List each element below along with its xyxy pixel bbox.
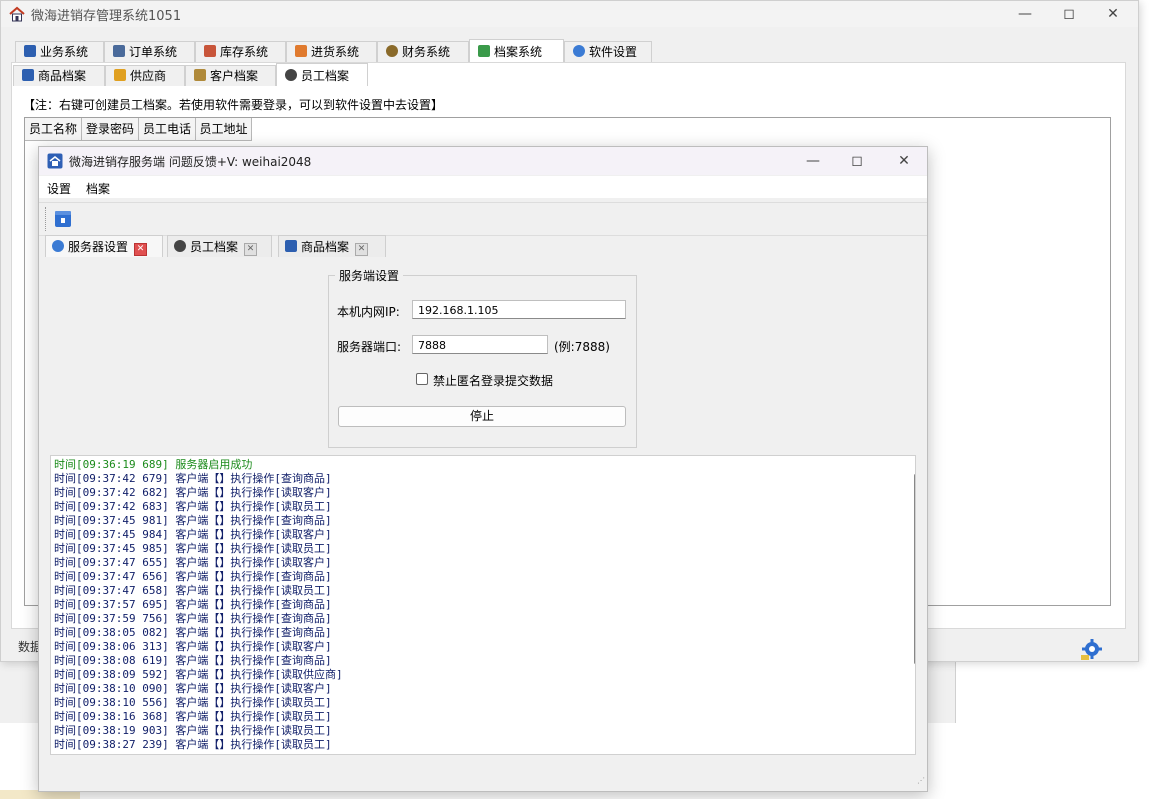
order-icon xyxy=(113,45,125,57)
subtab-employees[interactable]: 员工档案 xyxy=(276,63,368,86)
tab-finance[interactable]: 财务系统 xyxy=(377,41,469,62)
server-log[interactable]: 时间[09:36:19 689] 服务器启用成功 时间[09:37:42 679]… xyxy=(50,455,916,755)
tab-server-products[interactable]: 商品档案 ✕ xyxy=(278,235,386,257)
log-line: 时间[09:37:42 683] 客户端【】执行操作[读取员工] xyxy=(54,500,332,513)
main-window-title: 微海进销存管理系统1051 xyxy=(31,9,182,24)
log-line: 时间[09:37:45 981] 客户端【】执行操作[查询商品] xyxy=(54,514,332,527)
log-line: 时间[09:38:27 239] 客户端【】执行操作[读取员工] xyxy=(54,738,332,751)
employee-icon xyxy=(174,240,186,252)
server-app-icon xyxy=(47,153,63,169)
archive-icon xyxy=(478,45,490,57)
log-line: 时间[09:38:05 082] 客户端【】执行操作[查询商品] xyxy=(54,626,332,639)
log-scrollbar[interactable] xyxy=(914,474,915,664)
group-title: 服务端设置 xyxy=(335,267,404,284)
tab-archive[interactable]: 档案系统 xyxy=(469,39,564,62)
log-line: 时间[09:38:19 903] 客户端【】执行操作[读取员工] xyxy=(54,724,332,737)
employee-icon xyxy=(285,69,297,81)
grid-header-password[interactable]: 登录密码 xyxy=(82,118,139,141)
resize-grip[interactable]: ⋰ xyxy=(917,777,925,785)
log-line: 时间[09:37:42 679] 客户端【】执行操作[查询商品] xyxy=(54,472,332,485)
server-maximize-button[interactable]: ◻ xyxy=(835,150,879,172)
subtab-suppliers[interactable]: 供应商 xyxy=(105,65,185,86)
menu-archive[interactable]: 档案 xyxy=(86,180,110,197)
log-line: 时间[09:37:47 656] 客户端【】执行操作[查询商品] xyxy=(54,570,332,583)
box-icon xyxy=(285,240,297,252)
customer-icon xyxy=(194,69,206,81)
grid-header-name[interactable]: 员工名称 xyxy=(25,118,82,141)
main-titlebar: 微海进销存管理系统1051 — ◻ ✕ xyxy=(1,1,1138,27)
server-titlebar: 微海进销存服务端 问题反馈+V: weihai2048 — ◻ ✕ xyxy=(39,147,927,175)
minimize-button[interactable]: — xyxy=(1003,3,1047,25)
box-icon xyxy=(22,69,34,81)
grid-header-phone[interactable]: 员工电话 xyxy=(139,118,196,141)
port-label: 服务器端口: xyxy=(337,340,402,354)
magnifier-icon xyxy=(386,45,398,57)
tab-orders[interactable]: 订单系统 xyxy=(104,41,195,62)
anon-login-checkbox[interactable] xyxy=(416,373,428,385)
stop-button[interactable]: 停止 xyxy=(338,406,626,427)
ip-label: 本机内网IP: xyxy=(337,305,400,319)
server-window: 微海进销存服务端 问题反馈+V: weihai2048 — ◻ ✕ 设置 档案 … xyxy=(38,146,928,792)
log-line: 时间[09:37:45 985] 客户端【】执行操作[读取员工] xyxy=(54,542,332,555)
settings-gear-icon[interactable] xyxy=(1081,638,1103,660)
tab-server-employees[interactable]: 员工档案 ✕ xyxy=(167,235,272,257)
log-line: 时间[09:37:45 984] 客户端【】执行操作[读取客户] xyxy=(54,528,332,541)
log-line: 时间[09:37:59 756] 客户端【】执行操作[查询商品] xyxy=(54,612,332,625)
log-line: 时间[09:36:19 689] 服务器启用成功 xyxy=(54,458,253,471)
close-tab-icon[interactable]: ✕ xyxy=(355,243,369,256)
maximize-button[interactable]: ◻ xyxy=(1047,3,1091,25)
grid-header-address[interactable]: 员工地址 xyxy=(196,118,252,141)
anon-login-label[interactable]: 禁止匿名登录提交数据 xyxy=(433,372,553,389)
log-line: 时间[09:38:08 619] 客户端【】执行操作[查询商品] xyxy=(54,654,332,667)
server-settings-icon xyxy=(52,240,64,252)
archive-box-icon[interactable] xyxy=(54,210,72,228)
log-line: 时间[09:37:57 695] 客户端【】执行操作[查询商品] xyxy=(54,598,332,611)
close-tab-icon[interactable]: ✕ xyxy=(244,243,258,256)
ip-input[interactable]: 192.168.1.105 xyxy=(412,300,626,319)
log-line: 时间[09:37:47 655] 客户端【】执行操作[读取客户] xyxy=(54,556,332,569)
person-icon xyxy=(295,45,307,57)
subtab-customers[interactable]: 客户档案 xyxy=(185,65,276,86)
server-close-button[interactable]: ✕ xyxy=(882,150,926,172)
supplier-icon xyxy=(114,69,126,81)
tab-inventory[interactable]: 库存系统 xyxy=(195,41,286,62)
port-input[interactable]: 7888 xyxy=(412,335,548,354)
book-icon xyxy=(24,45,36,57)
log-line: 时间[09:37:42 682] 客户端【】执行操作[读取客户] xyxy=(54,486,332,499)
server-menubar: 设置 档案 xyxy=(39,176,927,198)
port-hint: (例:7888) xyxy=(554,340,610,354)
close-tab-icon[interactable]: ✕ xyxy=(134,243,148,256)
log-line: 时间[09:38:09 592] 客户端【】执行操作[读取供应商] xyxy=(54,668,343,681)
log-line: 时间[09:37:47 658] 客户端【】执行操作[读取员工] xyxy=(54,584,332,597)
log-line: 时间[09:38:16 368] 客户端【】执行操作[读取员工] xyxy=(54,710,332,723)
log-line: 时间[09:38:10 556] 客户端【】执行操作[读取员工] xyxy=(54,696,332,709)
tab-business[interactable]: 业务系统 xyxy=(15,41,104,62)
server-minimize-button[interactable]: — xyxy=(791,150,835,172)
log-line: 时间[09:38:06 313] 客户端【】执行操作[读取客户] xyxy=(54,640,332,653)
app-house-icon xyxy=(9,6,25,22)
subtab-products[interactable]: 商品档案 xyxy=(13,65,105,86)
server-toolbar xyxy=(39,202,927,236)
log-line: 时间[09:38:10 090] 客户端【】执行操作[读取客户] xyxy=(54,682,332,695)
tab-software-settings[interactable]: 软件设置 xyxy=(564,41,652,62)
employee-note: 【注：右键可创建员工档案。若使用软件需要登录，可以到软件设置中去设置】 xyxy=(23,98,444,112)
gear-icon xyxy=(573,45,585,57)
toolbar-grip xyxy=(45,207,48,231)
menu-settings[interactable]: 设置 xyxy=(47,180,71,197)
close-button[interactable]: ✕ xyxy=(1091,3,1135,25)
tab-server-settings[interactable]: 服务器设置 ✕ xyxy=(45,235,163,257)
server-window-title: 微海进销存服务端 问题反馈+V: weihai2048 xyxy=(69,155,312,169)
warehouse-icon xyxy=(204,45,216,57)
tab-purchase[interactable]: 进货系统 xyxy=(286,41,377,62)
